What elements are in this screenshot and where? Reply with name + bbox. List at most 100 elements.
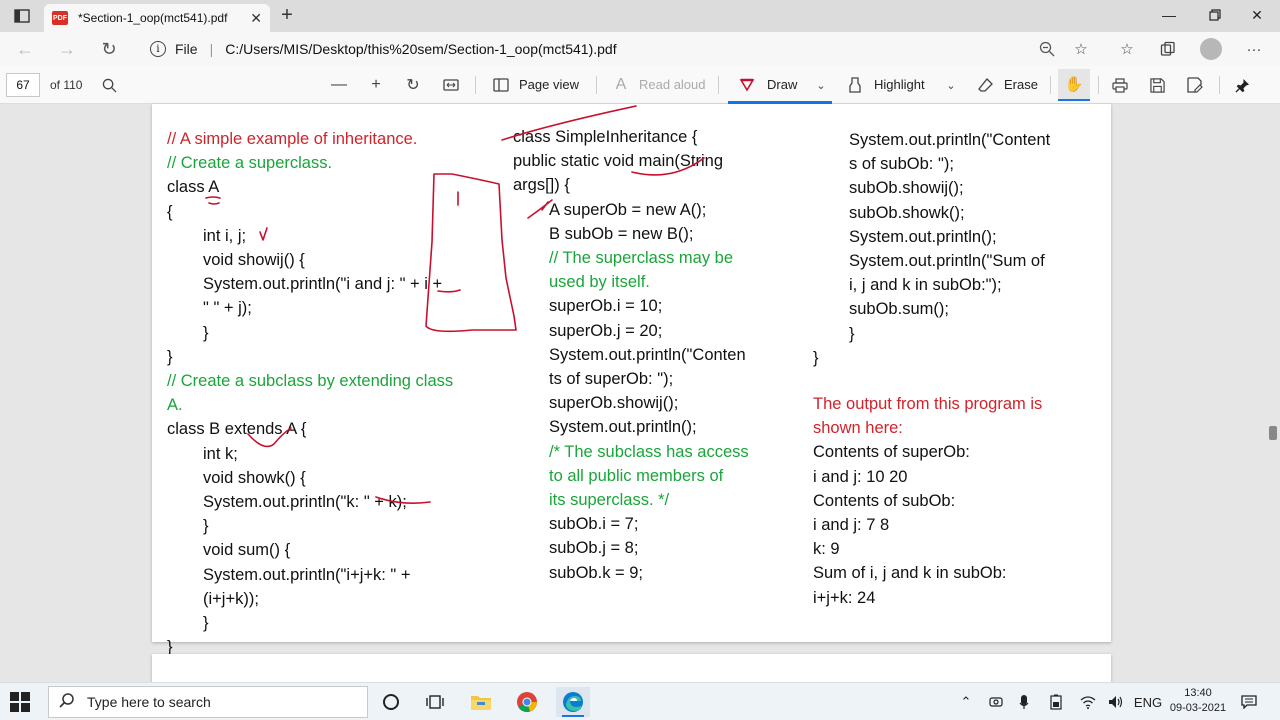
document-viewer[interactable]: // A simple example of inheritance. // Cr… [0,104,1280,694]
url-separator: | [209,41,214,57]
text-line: class A [167,178,220,197]
show-hidden-icons-icon[interactable]: ⌃ [956,683,976,720]
windows-taskbar: Type here to search ⌃ ENG 13:40 09-03-20… [0,682,1280,720]
tab-actions-icon[interactable] [8,5,36,27]
draw-button[interactable]: Draw [767,77,797,92]
minimize-icon[interactable]: — [1146,0,1192,30]
text-line: void sum() { [203,541,291,560]
more-options-icon[interactable]: ··· [1243,38,1265,60]
favorites-icon[interactable]: ☆ [1116,38,1138,60]
text-line: System.out.println("Content [849,131,1051,149]
url-field[interactable]: i File | C:/Users/MIS/Desktop/this%20sem… [136,35,1096,63]
highlight-button[interactable]: Highlight [874,77,925,92]
search-icon[interactable] [98,75,120,95]
text-line: int i, j; [203,226,247,245]
url-text[interactable]: C:/Users/MIS/Desktop/this%20sem/Section-… [225,41,616,57]
forward-icon[interactable]: → [54,37,80,61]
highlight-chevron-down-icon[interactable]: ⌄ [940,75,962,95]
text-line: A superOb = new A(); [549,200,707,219]
text-line: int k; [203,444,238,463]
toolbar-divider [1050,76,1051,94]
fit-page-icon[interactable] [440,75,462,95]
back-icon[interactable]: ← [12,37,38,61]
text-line: System.out.println("i and j: " + i + [203,275,443,294]
info-icon[interactable]: i [150,41,166,57]
text-line: s of subOb: "); [849,155,954,174]
wifi-icon[interactable] [1078,683,1098,720]
erase-button[interactable]: Erase [1004,77,1038,92]
text-line: " " + j); [203,299,252,318]
zoom-in-icon[interactable]: + [365,75,387,95]
clock-date: 09-03-2021 [1169,702,1227,714]
text-line: shown here: [813,419,903,438]
text-line: public static void main(String [513,152,724,171]
chrome-icon[interactable] [510,687,544,717]
save-as-icon[interactable] [1184,75,1206,95]
refresh-icon[interactable]: ↻ [96,37,122,61]
zoom-icon[interactable] [1036,38,1058,60]
pdf-page[interactable]: // A simple example of inheritance. // Cr… [152,104,1111,656]
read-aloud-icon: A [615,76,627,93]
print-icon[interactable] [1109,75,1131,95]
text-line: /* The subclass has access [549,442,749,461]
windows-start-icon[interactable] [10,692,30,712]
input-language[interactable]: ENG [1134,683,1162,720]
battery-icon[interactable] [1046,683,1066,720]
tab-close-icon[interactable]: ✕ [250,10,262,27]
text-line: } [167,347,173,366]
new-tab-icon[interactable]: + [276,4,298,26]
text-line: // Create a superclass. [167,154,333,173]
volume-icon[interactable] [1106,683,1126,720]
draw-icon[interactable] [736,75,758,95]
page-view-button[interactable]: Page view [519,77,579,92]
file-explorer-icon[interactable] [464,687,498,717]
collections-icon[interactable] [1157,38,1179,60]
text-line: Sum of i, j and k in subOb: [813,564,1007,583]
text-line: System.out.println(); [549,418,697,437]
rotate-icon[interactable]: ↻ [402,75,424,95]
meet-now-icon[interactable] [986,683,1006,720]
add-favorite-icon[interactable]: ☆ [1070,38,1092,60]
document-scrollbar[interactable] [1266,104,1280,682]
zoom-out-icon[interactable]: — [328,75,350,95]
ink-box-memory [425,173,517,333]
address-bar: ← → ↻ i File | C:/Users/MIS/Desktop/this… [0,32,1280,66]
draw-chevron-down-icon[interactable]: ⌄ [810,75,832,95]
toolbar-divider [718,76,719,94]
edge-icon[interactable] [556,687,590,717]
text-line: class B extends A { [167,420,307,439]
erase-icon[interactable] [975,75,997,95]
read-aloud-button[interactable]: Read aloud [639,77,706,92]
close-window-icon[interactable]: ✕ [1234,0,1280,30]
text-line: its superclass. */ [549,491,670,509]
text-line: subOb.j = 8; [549,539,639,558]
tab-pdf[interactable]: PDF *Section-1_oop(mct541).pdf ✕ [44,4,270,32]
pin-toolbar-icon[interactable] [1231,75,1253,95]
scrollbar-thumb[interactable] [1269,426,1277,440]
text-line: to all public members of [549,466,724,485]
pdf-file-icon: PDF [52,11,68,25]
cortana-icon[interactable] [374,687,408,717]
profile-avatar[interactable] [1200,38,1222,60]
page-total: of 110 [50,78,83,92]
pdf-toolbar: 67 of 110 — + ↻ Page view A Read aloud D… [0,66,1280,104]
text-line: superOb.j = 20; [549,321,663,340]
task-view-icon[interactable] [418,687,452,717]
text-line: subOb.i = 7; [549,515,639,534]
taskbar-search-input[interactable]: Type here to search [48,686,368,718]
text-line: B subOb = new B(); [549,224,694,243]
text-line: void showk() { [203,468,306,487]
toolbar-divider [475,76,476,94]
save-icon[interactable] [1146,75,1168,95]
toolbar-divider [1219,76,1220,94]
page-number-input[interactable]: 67 [6,73,40,97]
microphone-icon[interactable] [1014,683,1034,720]
restore-icon[interactable] [1192,0,1238,30]
system-clock[interactable]: 13:40 09-03-2021 [1166,686,1230,716]
page-view-icon[interactable] [490,75,512,95]
notifications-icon[interactable] [1238,683,1260,720]
touch-writing-icon[interactable]: ✋ [1058,69,1090,101]
highlight-icon[interactable] [844,75,866,95]
text-line: subOb.showij(); [849,179,964,198]
text-line: (i+j+k)); [203,589,259,608]
